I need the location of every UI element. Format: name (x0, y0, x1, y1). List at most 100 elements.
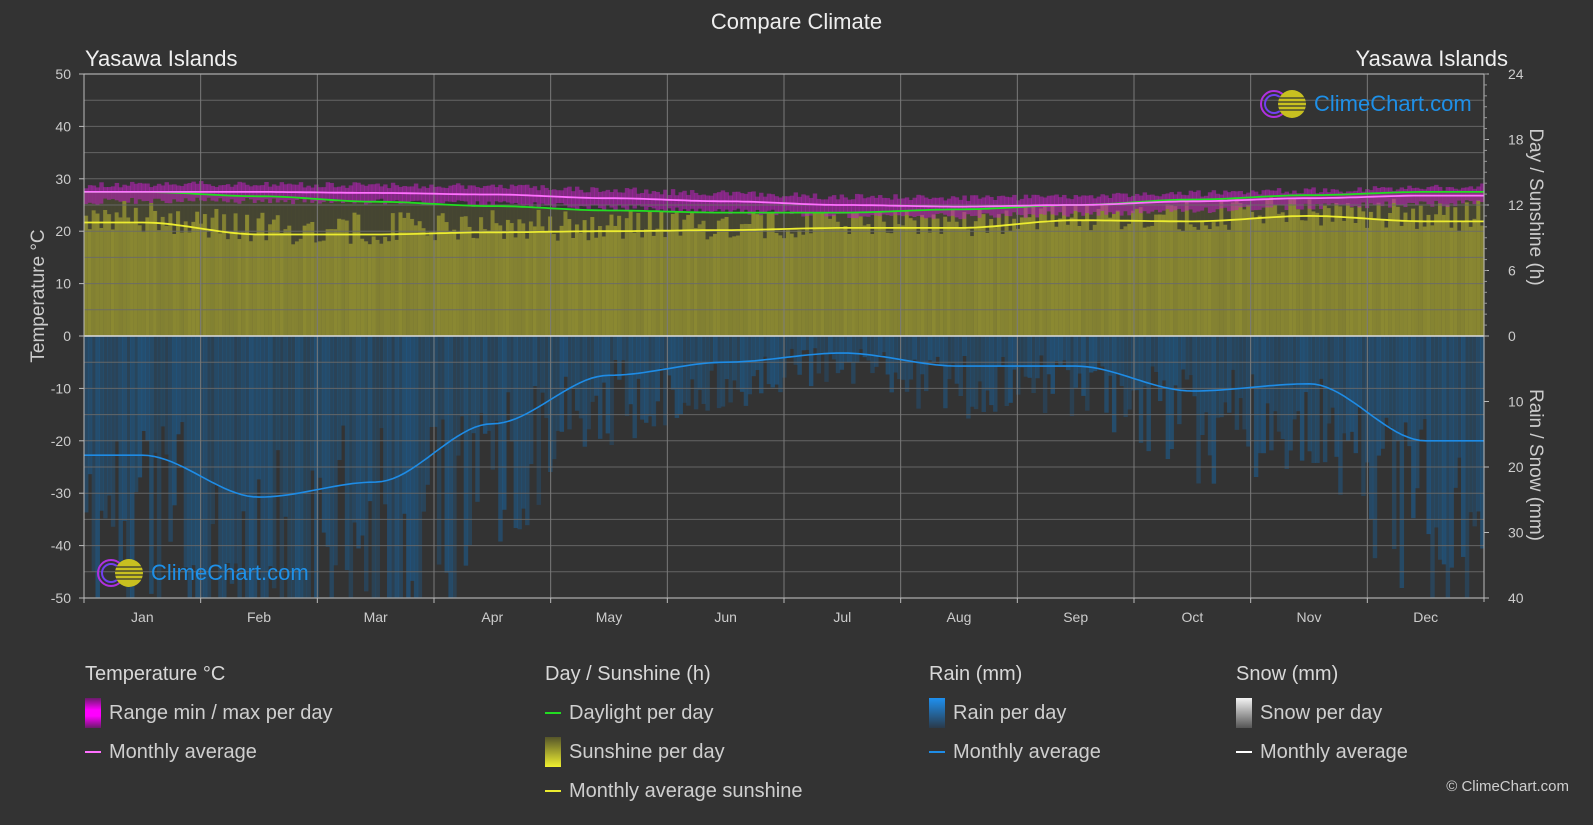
month-label: Nov (1297, 609, 1322, 625)
temp-range-bar (739, 193, 745, 214)
sunshine-bar (1104, 204, 1109, 336)
rain-bar (1334, 336, 1339, 457)
sunshine-bar (317, 241, 323, 336)
rain-bar (1411, 336, 1416, 519)
daylight-swatch (545, 712, 561, 714)
temp-range-bar (479, 187, 484, 207)
sunshine-bar (187, 232, 192, 336)
sunshine-bar (283, 229, 288, 336)
sunshine-bar (528, 221, 534, 336)
sunshine-bar (732, 236, 737, 336)
sunshine-bar (1303, 220, 1309, 336)
temp-range-bar (755, 196, 760, 210)
sunshine-bar (1019, 217, 1025, 336)
rain-bar (325, 336, 331, 547)
sunshine-bar (1430, 225, 1435, 336)
temp-range-bar (705, 195, 710, 211)
rain-bar (555, 336, 561, 431)
sunshine-bar (421, 228, 426, 336)
sunshine-bar (364, 241, 369, 336)
temp-range-bar (233, 184, 239, 203)
sunshine-bar (1230, 202, 1236, 336)
sunshine-bar (1319, 225, 1324, 336)
legend-header: Day / Sunshine (h) (545, 663, 711, 685)
sunshine-bar (601, 236, 607, 336)
sunshine-bar (985, 232, 990, 336)
sunshine-bar (609, 214, 614, 336)
rain-bar (1472, 336, 1477, 527)
sunshine-bar (287, 225, 292, 336)
sunshine-bar (1000, 233, 1006, 336)
temp-range-bar (248, 186, 254, 200)
sunshine-bar (1119, 229, 1125, 336)
sunshine-bar (1219, 198, 1224, 336)
temp-range-bar (912, 197, 917, 218)
rain-bar (1104, 336, 1109, 413)
sunshine-bar (137, 225, 143, 336)
sunshine-bar (321, 240, 327, 336)
sunshine-bar (118, 217, 123, 336)
temp-avg-swatch (85, 751, 101, 753)
temp-range-bar (701, 194, 706, 213)
sunshine-bar (429, 232, 434, 336)
sunshine-bar (1111, 213, 1117, 336)
sunshine-bar (95, 213, 100, 336)
sunshine-bar (1200, 221, 1205, 336)
rain-bar (1192, 336, 1197, 397)
sunshine-bar (525, 238, 530, 336)
month-label: Feb (247, 609, 271, 625)
temp-range-bar (84, 188, 89, 204)
rain-bar (927, 336, 933, 361)
legend-item: Monthly average sunshine (545, 779, 802, 803)
temp-range-bar (456, 183, 461, 201)
rain-bar (755, 336, 760, 371)
sunshine-bar (252, 235, 258, 336)
rain-bar (103, 336, 108, 519)
sunshine-bar (1418, 205, 1424, 336)
rain-bar (1441, 336, 1447, 565)
sunshine-bar (195, 211, 200, 336)
temp-range-bar (885, 198, 891, 216)
sunshine-bar (736, 235, 741, 336)
temp-range-bar (540, 185, 545, 204)
temp-range-bar (195, 183, 200, 198)
temp-range-bar (1330, 189, 1336, 204)
temp-range-bar (709, 195, 714, 214)
temp-range-bar (1468, 186, 1474, 202)
rain-bar (459, 336, 465, 417)
sunshine-bar (755, 214, 760, 336)
temp-range-bar (866, 197, 871, 217)
temp-range-bar (1207, 192, 1213, 213)
rain-bar (644, 336, 649, 423)
rain-bar (1257, 336, 1263, 454)
sunshine-bar (947, 221, 952, 336)
rain-bar (793, 336, 799, 365)
rain-bar (271, 336, 277, 589)
rain-bar (590, 336, 595, 402)
temp-range-bar (678, 192, 683, 212)
rain-bar (1418, 336, 1424, 430)
temp-range-bar (594, 187, 599, 206)
rain-bar (1000, 336, 1006, 357)
sunshine-bar (908, 218, 914, 336)
temp-range-bar (498, 184, 503, 203)
sunshine-bar (1023, 206, 1029, 336)
temp-range-bar (406, 186, 411, 204)
sunshine-bar (574, 224, 580, 336)
rain-bar (820, 336, 825, 354)
rain-bar (854, 336, 860, 363)
sunshine-bar (1192, 226, 1197, 336)
sunshine-bar (620, 238, 626, 336)
location-right: Yasawa Islands (1355, 46, 1508, 71)
temp-range-bar (91, 185, 97, 204)
left-tick-label: -10 (51, 380, 71, 396)
sunshine-bar (540, 226, 545, 336)
sunshine-bar (122, 200, 127, 336)
sunshine-bar (970, 236, 975, 336)
sunshine-bar (709, 236, 714, 336)
rain-bar (1115, 336, 1121, 375)
sunshine-bar (590, 216, 595, 336)
sunshine-bar (237, 239, 242, 336)
sunshine-bar (1134, 208, 1140, 336)
rain-bar (728, 336, 733, 403)
